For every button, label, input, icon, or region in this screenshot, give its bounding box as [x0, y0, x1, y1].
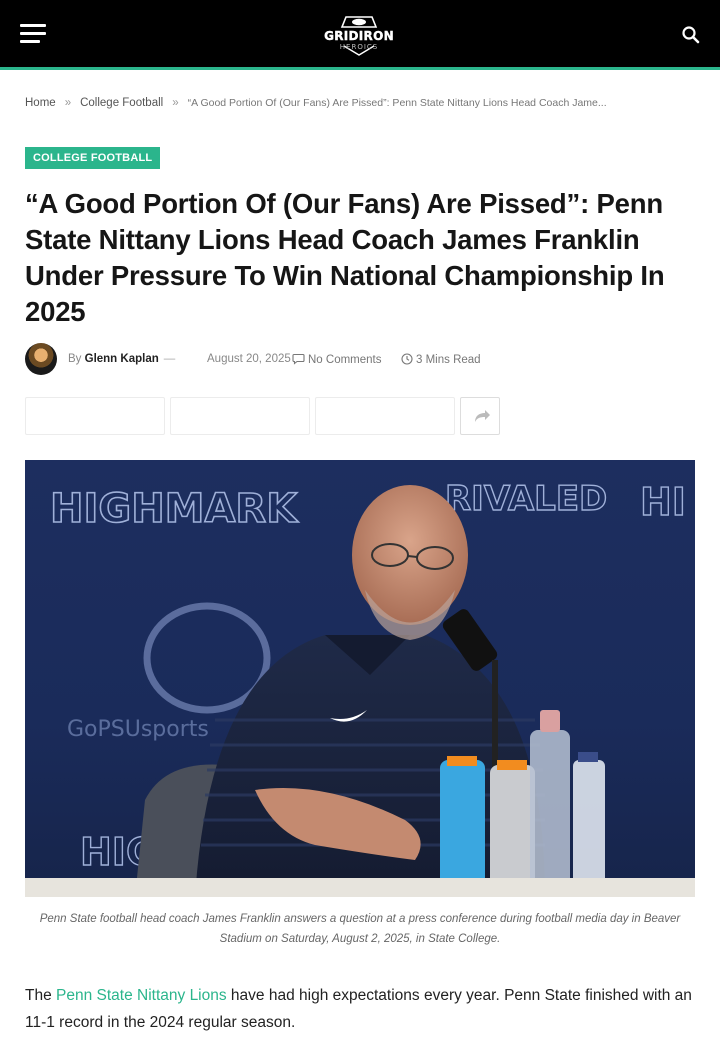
read-time: 3 Mins Read: [401, 353, 481, 366]
category-badge[interactable]: COLLEGE FOOTBALL: [25, 147, 161, 169]
article-meta: By Glenn Kaplan — August 20, 2025 No Comm…: [25, 343, 705, 377]
article-title: “A Good Portion Of (Our Fans) Are Pissed…: [25, 188, 665, 327]
site-logo[interactable]: GRIDIRON HEROICS: [324, 13, 394, 57]
backdrop-sponsor-text: GoPSUsports: [67, 717, 209, 742]
site-header: GRIDIRON HEROICS: [0, 0, 720, 67]
read-time-label: 3 Mins Read: [416, 354, 481, 366]
backdrop-sponsor-text: HIGHMARK: [50, 486, 299, 532]
publish-date: August 20, 2025: [207, 353, 291, 365]
featured-image: HIGHMARK RIVALED GoPSUsports HIG HI: [25, 460, 695, 897]
comments-label: No Comments: [308, 354, 382, 366]
share-arrow-icon: [475, 410, 490, 422]
body-text-pre: The: [25, 987, 57, 1004]
svg-text:HI: HI: [640, 480, 686, 524]
breadcrumb-separator: »: [64, 97, 72, 109]
breadcrumb-current: “A Good Portion Of (Our Fans) Are Pissed…: [187, 97, 607, 109]
backdrop-sponsor-text: RIVALED: [445, 479, 607, 519]
article-body-paragraph: The Penn State Nittany Lions have had hi…: [25, 982, 695, 1036]
share-more-button[interactable]: [460, 397, 500, 435]
comments-link[interactable]: No Comments: [292, 353, 382, 366]
breadcrumb-category-link[interactable]: College Football: [80, 97, 163, 109]
logo-wordmark: GRIDIRON: [324, 29, 394, 43]
header-accent-line: [0, 67, 720, 70]
breadcrumb-separator: »: [172, 97, 179, 109]
logo-subtitle: HEROICS: [339, 43, 379, 51]
byline: By Glenn Kaplan —: [68, 353, 180, 365]
share-button-twitter[interactable]: [170, 397, 310, 435]
byline-dash: —: [163, 353, 176, 365]
menu-icon[interactable]: [20, 24, 46, 46]
byline-prefix: By: [68, 353, 82, 365]
search-icon[interactable]: [681, 25, 701, 45]
body-inline-link[interactable]: Penn State Nittany Lions: [56, 987, 227, 1004]
breadcrumb: Home » College Football » “A Good Portion Of…: [25, 97, 705, 109]
clock-icon: [401, 353, 413, 365]
share-button-pinterest[interactable]: [315, 397, 455, 435]
press-conference-photo: HIGHMARK RIVALED GoPSUsports HIG HI: [25, 478, 695, 897]
share-button-facebook[interactable]: [25, 397, 165, 435]
image-caption: Penn State football head coach James Fra…: [39, 913, 681, 945]
author-avatar[interactable]: [25, 343, 57, 375]
comment-icon: [292, 353, 305, 365]
author-link[interactable]: Glenn Kaplan: [85, 353, 159, 365]
breadcrumb-home-link[interactable]: Home: [25, 97, 56, 109]
